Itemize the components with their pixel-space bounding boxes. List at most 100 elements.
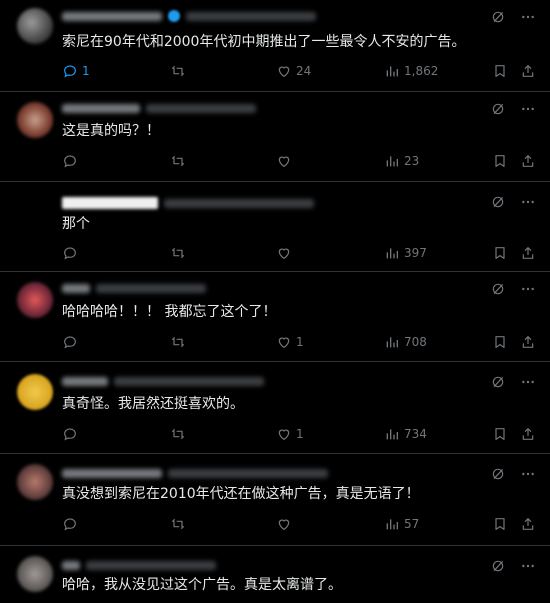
like-button[interactable]: 1 [276,333,304,351]
reply-button[interactable] [62,152,82,170]
retweet-button[interactable] [170,62,186,80]
author-name[interactable] [62,376,108,386]
more-icon[interactable] [519,281,537,297]
post-5[interactable]: 真奇怪。我居然还挺喜欢的。 1 734 [0,362,550,454]
post-7[interactable]: 哈哈，我从没见过这个广告。真是太离谱了。 [0,546,550,603]
views-button[interactable]: 734 [384,425,427,443]
views-button[interactable]: 57 [384,515,419,533]
avatar[interactable] [17,192,53,228]
reply-button[interactable] [62,425,82,443]
author-meta[interactable] [62,558,216,572]
author-handle[interactable] [96,283,206,293]
author-meta[interactable] [62,374,264,388]
post-1[interactable]: 索尼在90年代和2000年代初中期推出了一些最令人不安的广告。 1 24 1,8… [0,0,550,92]
post-3[interactable]: 那个 397 [0,182,550,272]
reply-button[interactable]: 1 [62,62,90,80]
post-text: 真奇怪。我居然还挺喜欢的。 [62,396,244,412]
avatar[interactable] [17,374,53,410]
share-button[interactable] [520,244,536,262]
retweet-icon [170,426,186,442]
more-icon[interactable] [519,194,537,210]
share-button[interactable] [520,425,536,443]
bookmark-button[interactable] [492,152,508,170]
avatar[interactable] [17,556,53,592]
bookmark-button[interactable] [492,333,508,351]
retweet-button[interactable] [170,244,186,262]
views-button[interactable]: 1,862 [384,62,438,80]
post-text: 索尼在90年代和2000年代初中期推出了一些最令人不安的广告。 [62,34,466,50]
like-button[interactable]: 1 [276,425,304,443]
views-icon [384,245,400,261]
like-button[interactable]: 24 [276,62,311,80]
author-name[interactable] [62,103,140,113]
author-meta[interactable] [62,196,314,210]
author-meta[interactable] [62,281,206,295]
post-text: 那个 [62,216,90,232]
reply-button[interactable] [62,244,82,262]
author-name[interactable] [62,283,90,293]
views-button[interactable]: 397 [384,244,427,262]
grok-icon[interactable] [490,9,506,25]
more-icon[interactable] [519,466,537,482]
like-button[interactable] [276,515,296,533]
post-6[interactable]: 真没想到索尼在2010年代还在做这种广告，真是无语了！ 57 [0,454,550,546]
post-2[interactable]: 这是真的吗？！ 23 [0,92,550,182]
avatar[interactable] [17,464,53,500]
views-button[interactable]: 708 [384,333,427,351]
author-name[interactable] [62,468,162,478]
like-icon [276,334,292,350]
share-button[interactable] [520,333,536,351]
grok-icon[interactable] [490,558,506,574]
author-handle[interactable] [86,560,216,570]
grok-icon[interactable] [490,101,506,117]
action-bar: 57 [62,515,540,533]
more-icon[interactable] [519,558,537,574]
more-icon[interactable] [519,101,537,117]
like-button[interactable] [276,152,296,170]
avatar[interactable] [17,102,53,138]
author-meta[interactable] [62,466,328,480]
author-handle[interactable] [146,103,256,113]
author-meta[interactable] [62,101,256,115]
bookmark-button[interactable] [492,244,508,262]
grok-icon[interactable] [490,194,506,210]
like-button[interactable] [276,244,296,262]
action-bar: 1 708 [62,333,540,351]
post-text: 哈哈哈哈！！！ 我都忘了这个了！ [62,304,277,320]
grok-icon[interactable] [490,374,506,390]
verified-icon [168,10,180,22]
author-handle[interactable] [164,198,314,208]
author-meta[interactable] [62,9,316,23]
views-button[interactable]: 23 [384,152,419,170]
retweet-button[interactable] [170,333,186,351]
share-button[interactable] [520,515,536,533]
retweet-button[interactable] [170,425,186,443]
reply-button[interactable] [62,333,82,351]
author-handle[interactable] [186,11,316,21]
reply-icon [62,334,78,350]
more-icon[interactable] [519,374,537,390]
more-icon[interactable] [519,9,537,25]
views-icon [384,63,400,79]
grok-icon[interactable] [490,466,506,482]
retweet-icon [170,334,186,350]
author-name[interactable] [62,197,158,209]
retweet-icon [170,63,186,79]
share-button[interactable] [520,152,536,170]
author-handle[interactable] [114,376,264,386]
author-handle[interactable] [168,468,328,478]
post-4[interactable]: 哈哈哈哈！！！ 我都忘了这个了！ 1 708 [0,272,550,362]
author-name[interactable] [62,560,80,570]
share-button[interactable] [520,62,536,80]
retweet-button[interactable] [170,152,186,170]
avatar[interactable] [17,282,53,318]
action-bar: 1 734 [62,425,540,443]
bookmark-button[interactable] [492,62,508,80]
grok-icon[interactable] [490,281,506,297]
retweet-button[interactable] [170,515,186,533]
author-name[interactable] [62,11,162,21]
bookmark-button[interactable] [492,515,508,533]
reply-button[interactable] [62,515,82,533]
avatar[interactable] [17,8,53,44]
bookmark-button[interactable] [492,425,508,443]
